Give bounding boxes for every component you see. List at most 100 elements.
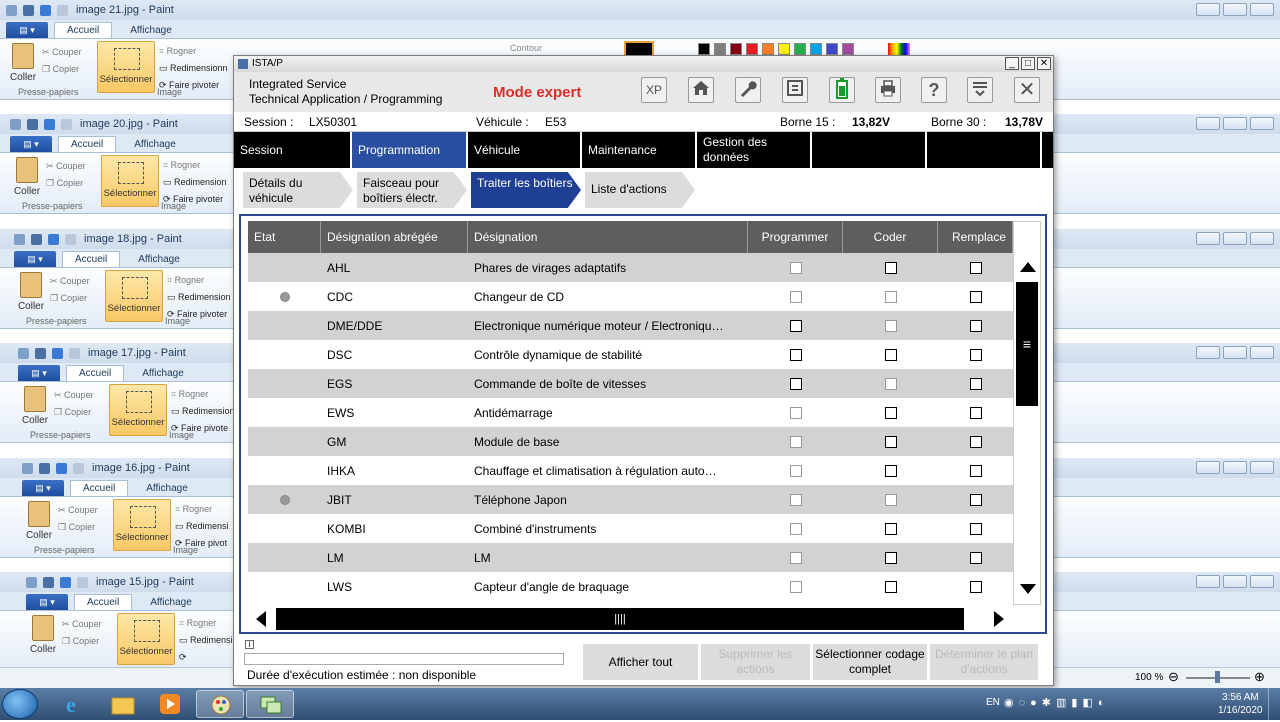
printer-icon[interactable]: [875, 77, 901, 103]
paint-close-button[interactable]: [1250, 232, 1274, 245]
coder-checkbox[interactable]: [884, 406, 897, 419]
tray-icons[interactable]: ◉◌●✱▥▮◧◐: [1004, 696, 1109, 709]
tab-accueil[interactable]: Accueil: [62, 251, 121, 267]
tab-affichage[interactable]: Affichage: [122, 137, 188, 152]
paint-minimize-button[interactable]: [1196, 461, 1220, 474]
paint-maximize-button[interactable]: [1223, 346, 1247, 359]
paint-maximize-button[interactable]: [1223, 575, 1247, 588]
tab-affichage[interactable]: Affichage: [134, 481, 200, 496]
clock-time[interactable]: 3:56 AM: [1222, 692, 1259, 703]
table-row[interactable]: CDC Changeur de CD: [248, 282, 1013, 311]
tab-accueil[interactable]: Accueil: [70, 480, 129, 496]
remplacer-checkbox[interactable]: [969, 290, 982, 303]
select-button[interactable]: Sélectionner: [109, 384, 167, 436]
close-button[interactable]: ✕: [1037, 57, 1051, 70]
copy-button[interactable]: ❐ Copier: [46, 175, 86, 192]
file-menu-button[interactable]: ▤ ▾: [6, 22, 48, 38]
coder-checkbox[interactable]: [884, 493, 897, 506]
paint-maximize-button[interactable]: [1223, 117, 1247, 130]
cut-button[interactable]: ✂ Couper: [54, 387, 94, 404]
table-row[interactable]: EWS Antidémarrage: [248, 398, 1013, 427]
paste-button[interactable]: Coller: [24, 501, 54, 541]
tab-accueil[interactable]: Accueil: [58, 136, 117, 152]
save-icon[interactable]: [43, 576, 54, 588]
ista-taskbar-icon[interactable]: [246, 690, 294, 718]
tab-affichage[interactable]: Affichage: [138, 595, 204, 610]
programmer-checkbox[interactable]: [789, 464, 802, 477]
programmer-checkbox[interactable]: [789, 319, 802, 332]
hscroll-thumb[interactable]: ||||: [276, 608, 964, 630]
clock-date[interactable]: 1/16/2020: [1218, 705, 1263, 716]
programmer-checkbox[interactable]: [789, 580, 802, 593]
palette-swatch[interactable]: [714, 43, 726, 55]
table-row[interactable]: AHL Phares de virages adaptatifs: [248, 253, 1013, 282]
coder-checkbox[interactable]: [884, 290, 897, 303]
resize-button[interactable]: ▭ Redimension: [171, 403, 235, 420]
remplacer-checkbox[interactable]: [969, 348, 982, 361]
select-button[interactable]: Sélectionner: [105, 270, 163, 322]
outline-label[interactable]: Contour: [510, 43, 542, 53]
programmer-checkbox[interactable]: [789, 377, 802, 390]
save-icon[interactable]: [35, 347, 46, 359]
tab-affichage[interactable]: Affichage: [130, 366, 196, 381]
undo-icon[interactable]: [52, 347, 63, 359]
delete-actions-button[interactable]: Supprimer les actions: [701, 644, 810, 680]
paint-maximize-button[interactable]: [1223, 461, 1247, 474]
crop-button[interactable]: ⌗ Rogner: [159, 43, 228, 60]
redo-icon[interactable]: [73, 462, 84, 474]
copy-button[interactable]: ❐ Copier: [62, 633, 102, 650]
media-player-icon[interactable]: [146, 690, 194, 718]
edit-colors-icon[interactable]: [888, 43, 910, 55]
maximize-button[interactable]: □: [1021, 57, 1035, 70]
zoom-in-icon[interactable]: ⊕: [1254, 669, 1265, 685]
col-programmer[interactable]: Programmer: [748, 221, 843, 253]
crop-button[interactable]: ⌗ Rogner: [171, 386, 235, 403]
table-row[interactable]: LWS Capteur d'angle de braquage: [248, 572, 1013, 601]
paint-maximize-button[interactable]: [1223, 232, 1247, 245]
remplacer-checkbox[interactable]: [969, 580, 982, 593]
undo-icon[interactable]: [60, 576, 71, 588]
remplacer-checkbox[interactable]: [969, 406, 982, 419]
coder-checkbox[interactable]: [884, 580, 897, 593]
col-designation[interactable]: Désignation: [468, 221, 748, 253]
undo-icon[interactable]: [48, 233, 59, 245]
tab-liste-actions[interactable]: Liste d'actions: [585, 172, 695, 208]
resize-button[interactable]: ▭ Redimension: [163, 174, 227, 191]
palette-swatch[interactable]: [698, 43, 710, 55]
palette-swatch[interactable]: [778, 43, 790, 55]
table-row[interactable]: GM Module de base: [248, 427, 1013, 456]
coder-checkbox[interactable]: [884, 464, 897, 477]
plan-actions-button[interactable]: Déterminer le plan d'actions: [930, 644, 1038, 680]
paint-minimize-button[interactable]: [1196, 117, 1220, 130]
crop-button[interactable]: ⌗ Rogner: [163, 157, 227, 174]
paste-button[interactable]: Coller: [16, 272, 46, 312]
paste-button[interactable]: Coller: [20, 386, 50, 426]
undo-icon[interactable]: [56, 462, 67, 474]
palette-swatch[interactable]: [794, 43, 806, 55]
palette-swatch[interactable]: [762, 43, 774, 55]
select-button[interactable]: Sélectionner: [113, 499, 171, 551]
crop-button[interactable]: ⌗ Rogner: [167, 272, 231, 289]
file-menu-button[interactable]: ▤ ▾: [26, 594, 68, 610]
palette-swatch[interactable]: [826, 43, 838, 55]
tab-accueil[interactable]: Accueil: [54, 22, 113, 38]
save-icon[interactable]: [39, 462, 50, 474]
remplacer-checkbox[interactable]: [969, 551, 982, 564]
show-desktop-button[interactable]: [1268, 688, 1280, 720]
paint-close-button[interactable]: [1250, 117, 1274, 130]
paint-minimize-button[interactable]: [1196, 575, 1220, 588]
xp-button[interactable]: XP: [641, 77, 667, 103]
programmer-checkbox[interactable]: [789, 290, 802, 303]
save-icon[interactable]: [31, 233, 42, 245]
file-menu-button[interactable]: ▤ ▾: [18, 365, 60, 381]
tab-affichage[interactable]: Affichage: [118, 23, 184, 38]
undo-icon[interactable]: [44, 118, 55, 130]
file-menu-button[interactable]: ▤ ▾: [22, 480, 64, 496]
table-row[interactable]: JBIT Téléphone Japon: [248, 485, 1013, 514]
help-icon[interactable]: ?: [921, 77, 947, 103]
remplacer-checkbox[interactable]: [969, 464, 982, 477]
coder-checkbox[interactable]: [884, 435, 897, 448]
select-button[interactable]: Sélectionner: [117, 613, 175, 665]
nav-programmation[interactable]: Programmation: [352, 132, 468, 168]
exit-icon[interactable]: ✕: [1014, 77, 1040, 103]
